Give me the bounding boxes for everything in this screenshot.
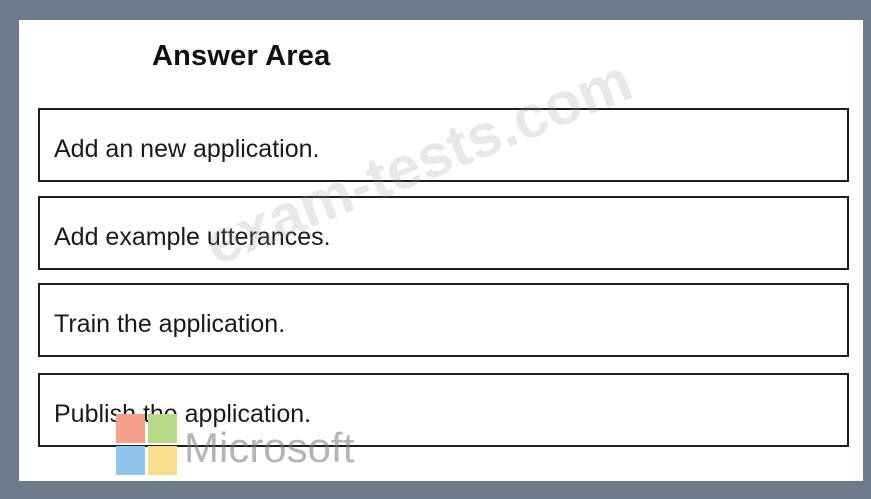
- microsoft-wordmark: Microsoft: [184, 424, 355, 471]
- answer-step-label: Add example utterances.: [54, 223, 331, 251]
- answer-area-title: Answer Area: [152, 40, 331, 72]
- logo-square-green: [148, 414, 177, 443]
- answer-step-2[interactable]: Add example utterances.: [38, 196, 849, 270]
- microsoft-logo-icon: [116, 414, 178, 476]
- logo-square-yellow: [148, 446, 177, 475]
- answer-step-3[interactable]: Train the application.: [38, 283, 849, 357]
- answer-panel: Answer Area Add an new application. Add …: [19, 20, 863, 481]
- answer-step-1[interactable]: Add an new application.: [38, 108, 849, 182]
- logo-square-blue: [116, 446, 145, 475]
- answer-step-label: Add an new application.: [54, 135, 320, 163]
- logo-square-red: [116, 414, 145, 443]
- answer-step-label: Train the application.: [54, 310, 286, 338]
